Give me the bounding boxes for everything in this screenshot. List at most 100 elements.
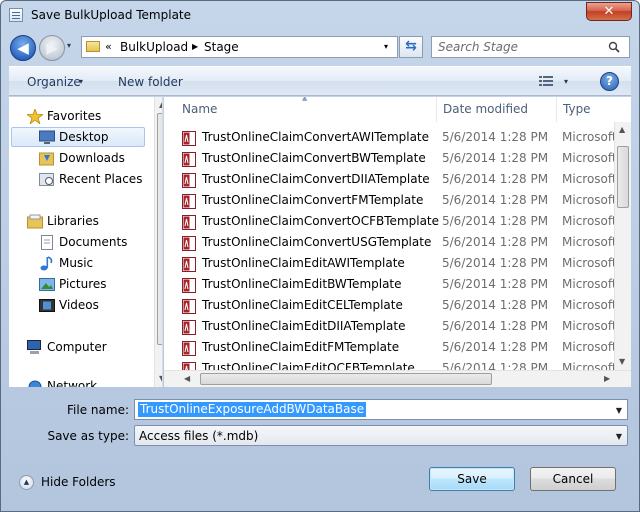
file-row[interactable]: TrustOnlineClaimConvertFMTemplate 5/6/201… (182, 191, 622, 211)
file-name: TrustOnlineClaimEditBWTemplate (202, 277, 402, 291)
file-row[interactable]: TrustOnlineClaimEditFMTemplate 5/6/2014 1… (182, 338, 622, 358)
nav-network-label: Network (47, 379, 98, 387)
nav-item-label: Documents (59, 235, 128, 249)
scroll-left-icon[interactable]: ◀ (184, 374, 190, 383)
file-row[interactable]: TrustOnlineClaimConvertDIIATemplate 5/6/2… (182, 170, 622, 190)
scroll-up-icon[interactable]: ▲ (159, 100, 162, 109)
save-button[interactable]: Save (429, 467, 515, 491)
file-row[interactable]: TrustOnlineClaimConvertBWTemplate 5/6/201… (182, 149, 622, 169)
column-header-type[interactable]: Type (563, 97, 591, 122)
nav-pane-scrollbar[interactable]: ▲ ▼ (154, 97, 162, 387)
star-icon (27, 109, 43, 124)
breadcrumb-overflow[interactable]: « (105, 40, 112, 53)
forward-button[interactable]: ▶ (39, 35, 65, 61)
command-toolbar: Organize ▾ New folder ▾ ? (9, 66, 631, 96)
file-row[interactable]: TrustOnlineClaimConvertAWITemplate 5/6/20… (182, 128, 622, 148)
scrollbar-thumb[interactable] (617, 146, 629, 208)
file-name: TrustOnlineClaimEditCELTemplate (202, 298, 403, 312)
refresh-button[interactable]: ⇆ (399, 36, 423, 58)
access-file-icon (182, 341, 196, 356)
organize-dropdown-icon[interactable]: ▾ (79, 77, 83, 86)
column-header-date-modified[interactable]: Date modified (443, 97, 528, 122)
file-date-modified: 5/6/2014 1:28 PM (442, 214, 549, 228)
forward-arrow-icon: ▶ (46, 39, 58, 57)
nav-item-label: Music (59, 256, 94, 270)
column-divider[interactable] (436, 97, 437, 122)
documents-icon (41, 235, 53, 250)
file-row[interactable]: TrustOnlineClaimEditCELTemplate 5/6/2014 … (182, 296, 622, 316)
organize-button[interactable]: Organize (27, 75, 81, 89)
nav-favorites-label: Favorites (47, 109, 102, 123)
scroll-right-icon[interactable]: ▶ (604, 374, 610, 383)
save-as-type-dropdown-icon[interactable]: ▼ (616, 432, 622, 441)
close-icon: ✕ (603, 4, 615, 19)
navigation-pane: Favorites Desktop Downloads Recent Place… (9, 97, 163, 387)
address-dropdown-icon[interactable]: ▾ (384, 42, 388, 51)
file-row[interactable]: TrustOnlineClaimEditAWITemplate 5/6/2014 … (182, 254, 622, 274)
file-type: Microsoft (562, 151, 617, 165)
file-row[interactable]: TrustOnlineClaimConvertUSGTemplate 5/6/20… (182, 233, 622, 253)
access-file-icon (182, 152, 196, 167)
column-divider[interactable] (556, 97, 557, 122)
title-bar[interactable]: Save BulkUpload Template ✕ (1, 1, 639, 31)
back-button[interactable]: ◀ (10, 35, 36, 61)
breadcrumb-separator-icon[interactable]: ▶ (192, 42, 198, 51)
file-list-vertical-scrollbar[interactable]: ▲ ▼ (614, 122, 631, 370)
file-date-modified: 5/6/2014 1:28 PM (442, 130, 549, 144)
access-file-icon (182, 173, 196, 188)
file-date-modified: 5/6/2014 1:28 PM (442, 151, 549, 165)
access-file-icon (182, 194, 196, 209)
scroll-up-icon[interactable]: ▲ (619, 125, 625, 134)
search-input[interactable]: Search Stage (431, 36, 630, 58)
file-name-value[interactable]: TrustOnlineExposureAddBWDataBase (138, 402, 367, 417)
refresh-icon: ⇆ (405, 38, 417, 54)
file-list-horizontal-scrollbar[interactable]: ◀ ▶ (164, 370, 631, 387)
file-type: Microsoft (562, 298, 617, 312)
column-header-name[interactable]: Name (182, 97, 217, 122)
recent-locations-button[interactable]: ▾ (67, 41, 71, 50)
help-icon: ? (606, 74, 613, 88)
file-date-modified: 5/6/2014 1:28 PM (442, 193, 549, 207)
file-name: TrustOnlineClaimConvertFMTemplate (202, 193, 424, 207)
views-dropdown-icon[interactable]: ▾ (564, 77, 568, 86)
breadcrumb-stage[interactable]: Stage (204, 40, 239, 54)
network-icon (28, 380, 42, 387)
file-name-label: File name: (67, 403, 129, 417)
file-type: Microsoft (562, 277, 617, 291)
file-date-modified: 5/6/2014 1:28 PM (442, 319, 549, 333)
nav-computer-label: Computer (47, 340, 107, 354)
nav-libraries-label: Libraries (47, 214, 99, 228)
downloads-folder-icon (39, 152, 54, 166)
save-as-type-select[interactable]: Access files (*.mdb) ▼ (134, 425, 628, 446)
access-file-icon (182, 257, 196, 272)
address-bar[interactable]: « BulkUpload ▶ Stage ▾ (81, 36, 398, 58)
file-row[interactable]: TrustOnlineClaimEditBWTemplate 5/6/2014 1… (182, 275, 622, 295)
file-date-modified: 5/6/2014 1:28 PM (442, 256, 549, 270)
dialog-icon (9, 8, 23, 22)
window-title: Save BulkUpload Template (31, 8, 192, 22)
cancel-button[interactable]: Cancel (530, 467, 616, 491)
access-file-icon (182, 131, 196, 146)
file-name-dropdown-icon[interactable]: ▼ (616, 406, 622, 415)
scroll-down-icon[interactable]: ▼ (159, 374, 162, 383)
file-name: TrustOnlineClaimEditFMTemplate (202, 340, 400, 354)
computer-icon (27, 340, 41, 354)
recent-places-icon (39, 173, 54, 186)
file-date-modified: 5/6/2014 1:28 PM (442, 298, 549, 312)
file-row[interactable]: TrustOnlineClaimConvertOCFBTemplate 5/6/2… (182, 212, 622, 232)
file-row[interactable]: TrustOnlineClaimEditDIIATemplate 5/6/2014… (182, 317, 622, 337)
file-name-field[interactable]: TrustOnlineExposureAddBWDataBase ▼ (134, 399, 628, 420)
access-file-icon (182, 320, 196, 335)
scrollbar-thumb[interactable] (157, 113, 162, 345)
file-name: TrustOnlineClaimConvertAWITemplate (202, 130, 430, 144)
new-folder-button[interactable]: New folder (118, 75, 183, 89)
help-button[interactable]: ? (600, 72, 619, 91)
file-type: Microsoft (562, 319, 617, 333)
breadcrumb-bulkupload[interactable]: BulkUpload (120, 40, 188, 54)
close-button[interactable]: ✕ (586, 2, 632, 21)
scroll-down-icon[interactable]: ▼ (619, 357, 625, 366)
nav-item-label: Pictures (59, 277, 107, 291)
views-icon[interactable] (539, 76, 553, 87)
file-name: TrustOnlineClaimEditDIIATemplate (202, 319, 406, 333)
scrollbar-thumb[interactable] (200, 373, 492, 385)
